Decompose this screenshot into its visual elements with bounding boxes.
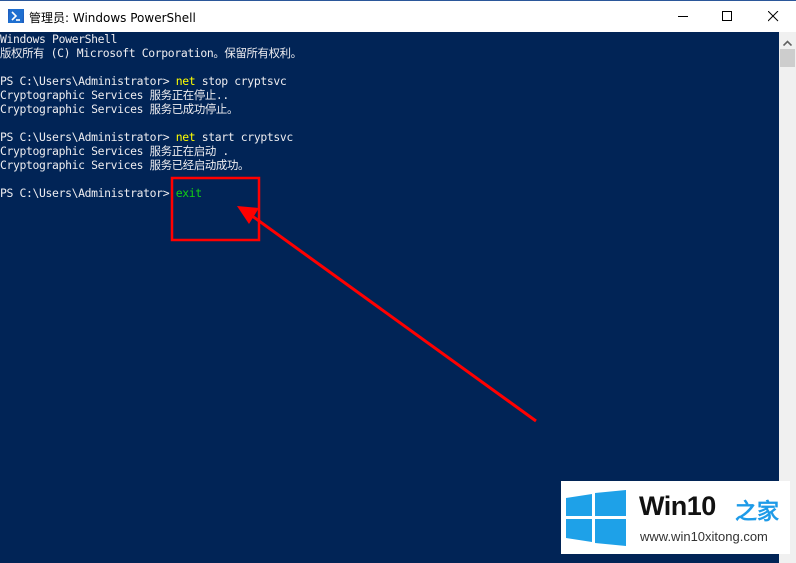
typed-command[interactable]: exit <box>176 186 202 200</box>
minimize-icon <box>677 7 689 26</box>
command-args: start cryptsvc <box>195 130 293 144</box>
command-name: net <box>175 74 196 88</box>
window-title: 管理员: Windows PowerShell <box>29 11 196 25</box>
minimize-button[interactable] <box>660 1 706 32</box>
prompt: PS C:\Users\Administrator> <box>0 186 176 200</box>
close-icon <box>767 7 779 26</box>
watermark-title: Win10 <box>639 491 716 521</box>
prompt: PS C:\Users\Administrator> <box>0 74 176 88</box>
watermark-logo: Win10 之家 www.win10xitong.com <box>561 481 790 554</box>
maximize-button[interactable] <box>704 1 750 32</box>
console-command-line: PS C:\Users\Administrator> net stop cryp… <box>0 74 287 88</box>
windows-logo-icon <box>566 490 626 546</box>
command-name: net <box>175 130 196 144</box>
console-line: Windows PowerShell <box>0 32 118 46</box>
watermark-url: www.win10xitong.com <box>640 529 768 544</box>
scroll-up-button[interactable] <box>779 32 796 49</box>
command-args: stop cryptsvc <box>195 74 287 88</box>
maximize-icon <box>721 7 733 26</box>
watermark-title-cn: 之家 <box>735 500 780 525</box>
console-line: Cryptographic Services 服务已经启动成功。 <box>0 158 250 172</box>
scroll-thumb[interactable] <box>780 49 795 67</box>
close-button[interactable] <box>750 1 796 32</box>
console-line: Cryptographic Services 服务正在启动 . <box>0 144 229 158</box>
chevron-up-icon <box>782 31 793 50</box>
console-line: Cryptographic Services 服务已成功停止。 <box>0 102 239 116</box>
console-command-line: PS C:\Users\Administrator> net start cry… <box>0 130 293 144</box>
console-line: Cryptographic Services 服务正在停止.. <box>0 88 229 102</box>
console-input-line[interactable]: PS C:\Users\Administrator> exit <box>0 186 202 200</box>
powershell-icon <box>8 9 24 23</box>
title-bar[interactable]: 管理员: Windows PowerShell <box>0 0 796 32</box>
console-line: 版权所有 (C) Microsoft Corporation。保留所有权利。 <box>0 46 302 60</box>
prompt: PS C:\Users\Administrator> <box>0 130 176 144</box>
